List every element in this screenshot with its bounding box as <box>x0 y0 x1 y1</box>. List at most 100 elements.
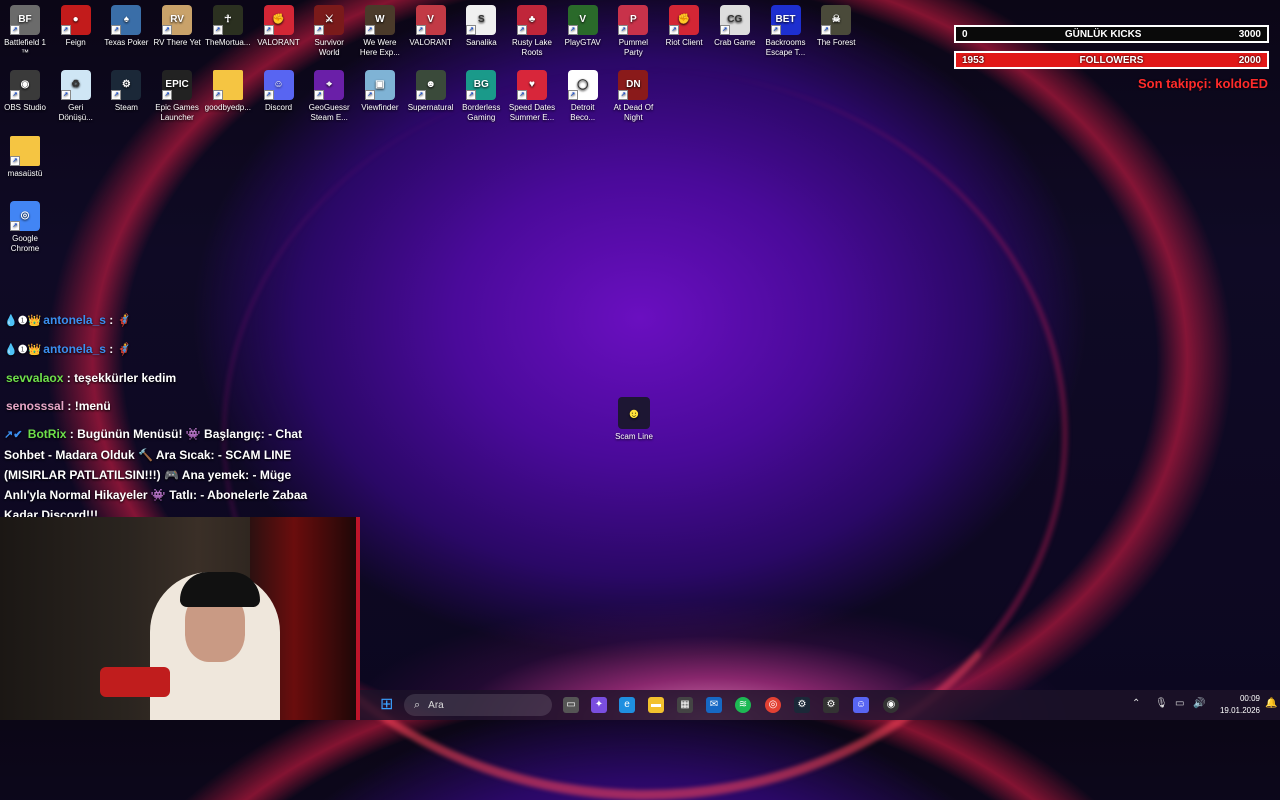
desktop-icon-item[interactable]: ◉ ↗ OBS Studio <box>0 70 50 113</box>
chat-separator: : <box>64 399 75 413</box>
task-view-icon[interactable]: ▭ <box>563 697 579 713</box>
desktop-icon-label: GeoGuessr Steam E... <box>308 103 350 122</box>
shortcut-arrow-icon: ↗ <box>466 25 477 35</box>
epic-games-icon: EPIC ↗ <box>162 70 193 100</box>
desktop-icon-label: Feign <box>65 38 86 47</box>
shortcut-arrow-icon: ↗ <box>415 90 426 100</box>
desktop-icon-item[interactable]: ● ↗ Feign <box>51 5 101 48</box>
chat-bot-message: ↗✔ BotRix : Bugünün Menüsü! 👾 Başlangıç:… <box>4 424 324 525</box>
webcam-microphone <box>100 667 170 697</box>
sanalika-icon: S ↗ <box>466 5 497 35</box>
shortcut-arrow-icon: ↗ <box>517 90 527 100</box>
desktop-icon-item[interactable]: ♥ ↗ Speed Dates Summer E... <box>507 70 557 123</box>
scam-line-icon: ☻ <box>618 397 650 429</box>
desktop-icon-label: OBS Studio <box>4 103 46 112</box>
desktop-icon-label: Discord <box>264 103 293 112</box>
desktop-icon-item[interactable]: BG ↗ Borderless Gaming <box>456 70 506 123</box>
windows-start-icon[interactable]: ⊞ <box>380 697 396 713</box>
desktop-icon-item[interactable]: ✊ ↗ Riot Client <box>659 5 709 48</box>
shortcut-arrow-icon: ↗ <box>10 221 20 231</box>
taskbar-clock[interactable]: 00:09 19.01.2026 <box>1212 693 1260 717</box>
desktop-icon-item[interactable]: ↗ masaüstü <box>0 136 50 179</box>
desktop-icon-item[interactable]: V ↗ VALORANT <box>406 5 456 48</box>
chrome-icon[interactable]: ◎ <box>765 697 781 713</box>
network-icon[interactable]: ▭ <box>1175 698 1184 709</box>
desktop-icon-label: Epic Games Launcher <box>155 103 199 122</box>
obs-icon[interactable]: ◉ <box>883 697 899 713</box>
kicks-goal: 3000 <box>1238 28 1261 40</box>
desktop-icon-item[interactable]: ♠ ↗ Texas Poker <box>101 5 151 48</box>
desktop-icon-item[interactable]: ☻ ↗ Supernatural <box>406 70 456 113</box>
mail-icon[interactable]: ✉ <box>706 697 722 713</box>
desktop-icon-item[interactable]: ⚙ ↗ Steam <box>101 70 151 113</box>
chat-username: antonela_s <box>43 313 106 327</box>
taskbar-search-box[interactable]: ⌕ Ara <box>404 694 552 716</box>
desktop-icon-item[interactable]: ◯ ↗ Detroit Beco... <box>558 70 608 123</box>
geoguessr-icon: ⌖ ↗ <box>314 70 345 100</box>
desktop-icon-item[interactable]: P ↗ Pummel Party <box>608 5 658 58</box>
desktop-icon-label: Supernatural <box>407 103 454 112</box>
microphone-icon[interactable]: 🎙 <box>1155 698 1168 709</box>
shortcut-arrow-icon: ↗ <box>821 25 832 35</box>
desktop-icon-item[interactable]: ☥ ↗ TheMortua... <box>203 5 253 48</box>
spotify-icon[interactable]: ≋ <box>735 697 751 713</box>
desktop-icon-label: Borderless Gaming <box>462 103 501 122</box>
search-placeholder: Ara <box>428 699 444 711</box>
pummel-party-icon: P ↗ <box>618 5 649 35</box>
desktop-icon-item[interactable]: W ↗ We Were Here Exp... <box>355 5 405 58</box>
shortcut-arrow-icon: ↗ <box>10 25 20 35</box>
mortuary-icon: ☥ ↗ <box>212 5 243 35</box>
steam-icon[interactable]: ⚙ <box>794 697 810 713</box>
chevron-up-icon[interactable]: ⌃ <box>1132 698 1140 709</box>
desktop-icon-item[interactable]: S ↗ Sanalika <box>456 5 506 48</box>
chat-message-line: 💧❶👑 antonela_s : 🦸 <box>4 339 324 360</box>
desktop-icon-item[interactable]: ☺ ↗ Discord <box>254 70 304 113</box>
notification-bell-icon[interactable]: 🔔 <box>1265 698 1277 709</box>
desktop-icon-item[interactable]: ☠ ↗ The Forest <box>811 5 861 48</box>
desktop-icon-label: At Dead Of Night <box>613 103 654 122</box>
desktop-icon-item[interactable]: ◎ ↗ Google Chrome <box>0 201 50 254</box>
desktop-icon-item[interactable]: EPIC ↗ Epic Games Launcher <box>152 70 202 123</box>
shortcut-arrow-icon: ↗ <box>10 156 20 166</box>
desktop-icon-scam-line[interactable]: ☻ Scam Line <box>614 397 654 441</box>
file-explorer-icon[interactable]: ▬ <box>648 697 664 713</box>
desktop-icon-item[interactable]: ⚔ ↗ Survivor World <box>304 5 354 58</box>
desktop-icon-item[interactable]: DN ↗ At Dead Of Night <box>608 70 658 123</box>
shortcut-arrow-icon: ↗ <box>111 25 122 35</box>
chat-username: antonela_s <box>43 342 106 356</box>
desktop-icon-item[interactable]: ↗ goodbyedp... <box>203 70 253 113</box>
desktop-icon-label: Texas Poker <box>104 38 149 47</box>
shortcut-arrow-icon: ↗ <box>314 90 325 100</box>
desktop-icon-label: VALORANT <box>257 38 300 47</box>
desktop-icon-item[interactable]: BET ↗ Backrooms Escape T... <box>761 5 811 58</box>
discord-icon[interactable]: ☺ <box>853 697 869 713</box>
taskbar: ⊞ ⌕ Ara ▭ ✦ e ▬ ▦ ✉ ≋ ◎ ⚙ ⚙ ☺ ◉ ⌃ 🎙 ▭ 🔊 … <box>360 690 1280 720</box>
settings-icon[interactable]: ⚙ <box>823 697 839 713</box>
desktop-icon-item[interactable]: ♻ ↗ Geri Dönüşü... <box>51 70 101 123</box>
desktop-icon-label: PlayGTAV <box>564 38 601 47</box>
recycle-bin-icon: ♻ ↗ <box>60 70 91 100</box>
desktop-icon-label: TheMortua... <box>205 38 251 47</box>
clock-date: 19.01.2026 <box>1219 706 1260 715</box>
shortcut-arrow-icon: ↗ <box>517 25 527 35</box>
desktop-icon-item[interactable]: ♣ ↗ Rusty Lake Roots <box>507 5 557 58</box>
shortcut-arrow-icon: ↗ <box>618 90 629 100</box>
shortcut-arrow-icon: ↗ <box>10 90 20 100</box>
viewfinder-icon: ▣ ↗ <box>364 70 395 100</box>
volume-icon[interactable]: 🔊 <box>1193 698 1205 709</box>
desktop-icon-item[interactable]: ✊ ↗ VALORANT <box>254 5 304 48</box>
desktop-icon-item[interactable]: BF ↗ Battlefield 1 ™ <box>0 5 50 58</box>
desktop-icon-label: goodbyedp... <box>204 103 251 112</box>
desktop-icon-item[interactable]: CG ↗ Crab Game <box>710 5 760 48</box>
edge-icon[interactable]: e <box>619 697 635 713</box>
desktop-icon-item[interactable]: V ↗ PlayGTAV <box>558 5 608 48</box>
desktop-icon-item[interactable]: RV ↗ RV There Yet <box>152 5 202 48</box>
store-icon[interactable]: ▦ <box>677 697 693 713</box>
chat-username: senosssal <box>6 399 65 413</box>
shortcut-arrow-icon: ↗ <box>466 90 477 100</box>
followers-current: 1953 <box>962 54 985 66</box>
webcam-person-cap <box>180 572 260 607</box>
desktop-icon-item[interactable]: ▣ ↗ Viewfinder <box>355 70 405 113</box>
copilot-icon[interactable]: ✦ <box>591 697 607 713</box>
desktop-icon-item[interactable]: ⌖ ↗ GeoGuessr Steam E... <box>304 70 354 123</box>
